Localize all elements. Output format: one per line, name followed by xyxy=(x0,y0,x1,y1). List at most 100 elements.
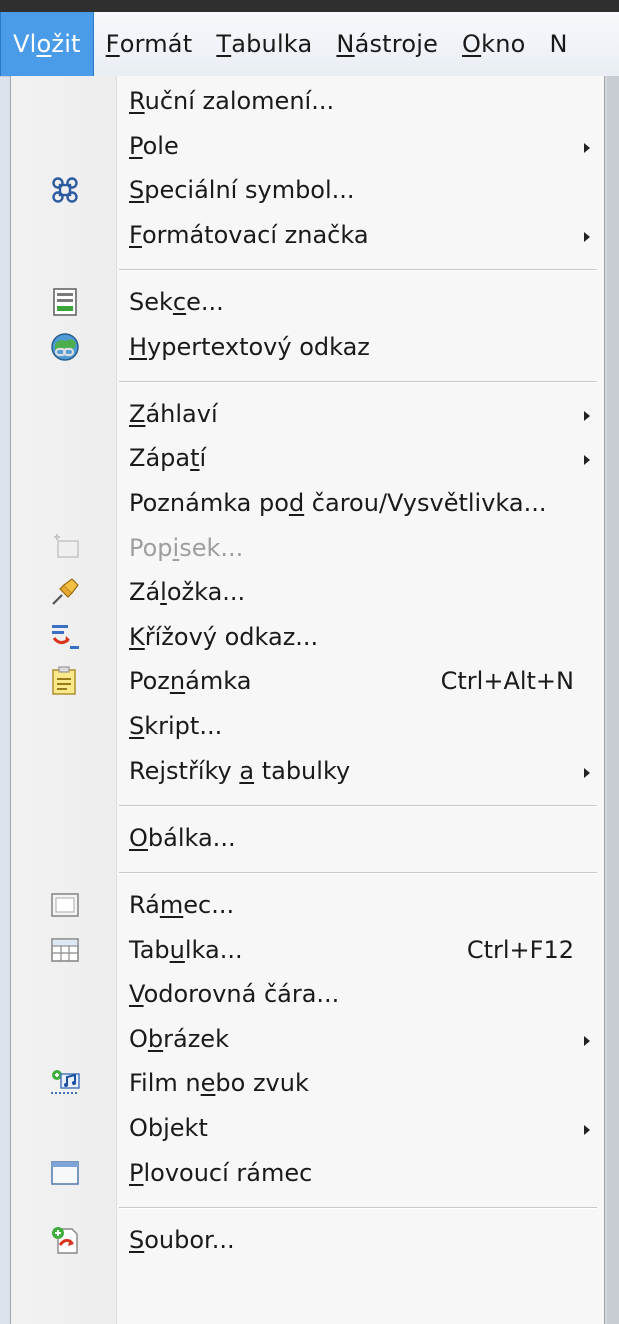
label-post: ormátovací značka xyxy=(141,220,369,249)
label-pre: Objekt xyxy=(129,1114,208,1142)
menu-item-label: Záhlaví xyxy=(129,400,218,428)
label-post: uční zalomení... xyxy=(144,87,335,115)
menu-item-label: Plovoucí rámec xyxy=(129,1159,312,1187)
menu-item[interactable]: Speciální symbol... xyxy=(11,168,604,212)
menubar-item[interactable]: Vl o žit xyxy=(0,12,94,76)
label-post: bálka... xyxy=(147,823,236,852)
label-post: ypertextový odkaz xyxy=(147,332,370,361)
menu-separator xyxy=(119,268,597,271)
menu-item-label: Obrázek xyxy=(129,1025,229,1053)
label-pre: Zá xyxy=(129,578,161,607)
label-mnemonic: S xyxy=(129,1225,145,1254)
menu-separator xyxy=(119,871,597,874)
submenu-arrow-icon xyxy=(584,1125,590,1135)
menu-item-label: Hypertextový odkaz xyxy=(129,333,370,361)
insert-menu-dropdown: Ruční zalomení... Pole Speciální symbol...… xyxy=(10,76,605,1324)
label-mnemonic: e xyxy=(200,1069,216,1098)
menu-item[interactable]: Objekt xyxy=(11,1106,604,1150)
menu-item-label: Rejstříky a tabulky xyxy=(129,757,350,785)
menubar-item[interactable]: N xyxy=(538,12,580,76)
label-pre: Tab xyxy=(129,935,170,964)
comment-icon xyxy=(49,665,81,697)
label-post: áhlaví xyxy=(145,399,218,428)
hyperlink-icon xyxy=(49,331,81,363)
label-mnemonic: V xyxy=(129,980,144,1009)
menubar-item[interactable]: Nástroje xyxy=(324,12,450,76)
label-post: sek... xyxy=(179,533,244,562)
menu-item[interactable]: Zápatí xyxy=(11,436,604,480)
label-mnemonic: c xyxy=(172,288,187,316)
label-pre: Zápa xyxy=(129,444,191,473)
menu-item[interactable]: Rámec... xyxy=(11,883,604,927)
menu-item[interactable]: Tabulka... Ctrl+F12 xyxy=(11,928,604,972)
menu-item[interactable]: Popisek... xyxy=(11,526,604,570)
label-post: abulka xyxy=(231,30,313,58)
menu-item-label: Tabulka... xyxy=(129,936,243,964)
menu-item[interactable]: Obrázek xyxy=(11,1017,604,1061)
menu-item[interactable]: Pole xyxy=(11,124,604,168)
menu-item[interactable]: Soubor... xyxy=(11,1218,604,1262)
label-mnemonic: R xyxy=(129,87,145,115)
label-post: lovoucí rámec xyxy=(143,1158,313,1187)
submenu-arrow-icon xyxy=(584,142,590,153)
label-pre: Poz xyxy=(129,667,170,696)
label-mnemonic: a xyxy=(239,756,255,785)
menu-item-label: Poznámka xyxy=(129,667,251,695)
submenu-arrow-icon xyxy=(584,455,590,466)
menu-bar: Vl o žit Formát Tabulka Nástroje Okno N xyxy=(0,12,619,77)
label-mnemonic: S xyxy=(129,176,145,205)
label-mnemonic: N xyxy=(336,30,355,58)
label-post: řížový odkaz... xyxy=(144,622,319,651)
menu-item[interactable]: Poznámka pod čarou/Vysvětlivka... xyxy=(11,481,604,525)
table-icon xyxy=(49,934,81,966)
menu-item-label: Film nebo zvuk xyxy=(129,1069,309,1097)
label-mnemonic: m xyxy=(159,891,184,919)
menu-separator xyxy=(119,804,597,807)
label-pre: Sek xyxy=(129,288,173,316)
menu-item[interactable]: Hypertextový odkaz xyxy=(11,325,604,369)
menu-item-label: Sekce... xyxy=(129,288,224,316)
menubar-item[interactable]: Formát xyxy=(94,12,205,76)
menu-item-label: Speciální symbol... xyxy=(129,176,355,204)
label-mnemonic: b xyxy=(147,1024,164,1053)
menu-item-label: Soubor... xyxy=(129,1226,235,1254)
label-mnemonic: T xyxy=(216,30,232,58)
menubar-item[interactable]: Tabulka xyxy=(204,12,324,76)
menu-item[interactable]: Obálka... xyxy=(11,816,604,860)
menu-item[interactable]: Plovoucí rámec xyxy=(11,1151,604,1195)
label-post: ole xyxy=(142,131,179,160)
label-mnemonic: t xyxy=(190,444,200,473)
label-pre: Poznámka po xyxy=(129,489,289,517)
submenu-arrow-icon xyxy=(584,410,590,421)
menu-item[interactable]: Poznámka Ctrl+Alt+N xyxy=(11,659,604,703)
menu-item[interactable]: Záhlaví xyxy=(11,392,604,436)
label-post: rázek xyxy=(163,1024,229,1053)
submenu-arrow-icon xyxy=(584,1035,590,1046)
menu-item-label: Skript... xyxy=(129,712,222,740)
menu-item-label: Vodorovná čára... xyxy=(129,980,339,1008)
menu-item[interactable]: Vodorovná čára... xyxy=(11,972,604,1016)
menu-item[interactable]: Ruční zalomení... xyxy=(11,79,604,123)
label-post: peciální symbol... xyxy=(144,176,355,205)
label-mnemonic: S xyxy=(129,712,145,740)
menubar-item[interactable]: Okno xyxy=(450,12,538,76)
menu-item[interactable]: Formátovací značka xyxy=(11,213,604,257)
menu-item-label: Křížový odkaz... xyxy=(129,623,318,651)
menu-item-shortcut: Ctrl+F12 xyxy=(466,935,574,964)
menu-item-label: Zápatí xyxy=(129,444,206,472)
label-mnemonic: l xyxy=(160,578,167,607)
menu-separator xyxy=(119,1206,597,1209)
label-mnemonic: F xyxy=(129,220,142,249)
label-mnemonic: K xyxy=(129,622,145,651)
menu-item[interactable]: Skript... xyxy=(11,704,604,748)
movie-sound-icon xyxy=(49,1067,81,1099)
label-post: lka... xyxy=(184,935,243,964)
menu-item[interactable]: Film nebo zvuk xyxy=(11,1061,604,1105)
menu-item[interactable]: Rejstříky a tabulky xyxy=(11,749,604,793)
menu-item[interactable]: Křížový odkaz... xyxy=(11,615,604,659)
label-pre: Vl xyxy=(13,30,37,58)
menu-item[interactable]: Sekce... xyxy=(11,280,604,324)
menu-item[interactable]: Záložka... xyxy=(11,570,604,614)
label-pre: Rá xyxy=(129,891,160,919)
label-post: bo zvuk xyxy=(215,1069,309,1098)
